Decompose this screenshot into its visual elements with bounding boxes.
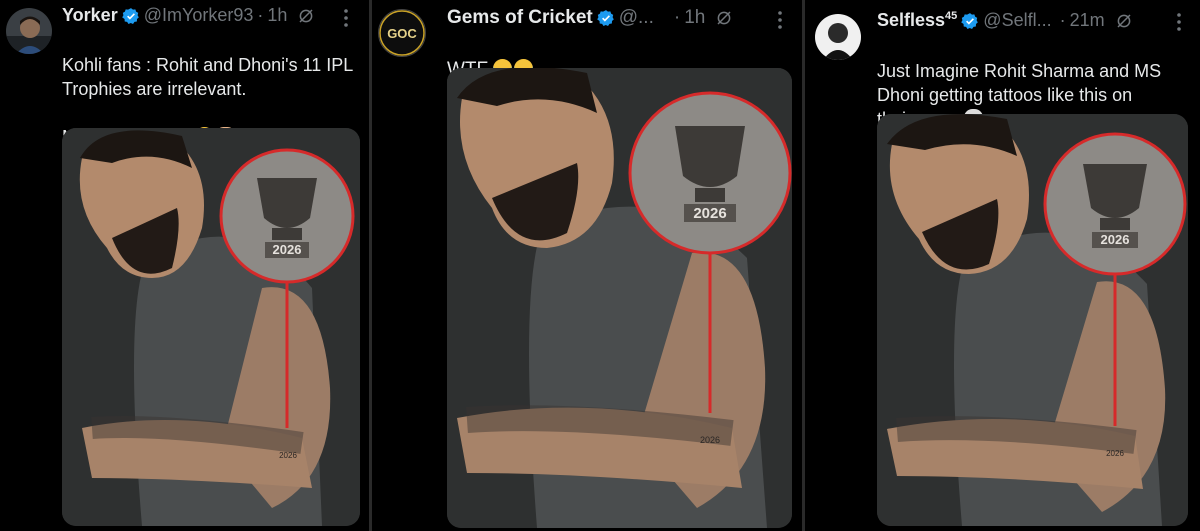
arm-tattoo-year: 2026: [279, 451, 297, 460]
tattoo-year-label: 2026: [1101, 232, 1130, 247]
more-icon[interactable]: [1176, 12, 1182, 32]
display-name-text: Selfless: [877, 10, 946, 30]
tweet-image[interactable]: 2026 2026: [447, 68, 792, 528]
muted-icon: [1115, 12, 1133, 30]
avatar-logo-text: GOC: [387, 26, 417, 41]
tattoo-year-label: 2026: [273, 242, 302, 257]
display-name[interactable]: Yorker: [62, 5, 118, 26]
arm-tattoo-year: 2026: [1106, 449, 1124, 458]
avatar[interactable]: [815, 14, 861, 60]
verified-badge-icon: [121, 7, 140, 25]
display-name[interactable]: Gems of Cricket: [447, 7, 593, 29]
handle[interactable]: @ImYorker93: [144, 5, 254, 26]
avatar[interactable]: GOC: [378, 9, 426, 57]
timestamp[interactable]: 21m: [1070, 10, 1105, 31]
verified-badge-icon: [596, 9, 615, 27]
tweet-image[interactable]: 2026 2026: [62, 128, 360, 526]
separator: ·: [673, 7, 681, 28]
tweet-card-2[interactable]: GOC Gems of Cricket @... · 1h WTF.: [372, 0, 802, 531]
handle[interactable]: @Selfl...: [983, 10, 1051, 31]
arm-tattoo-year: 2026: [700, 435, 720, 445]
separator: ·: [257, 5, 264, 25]
display-name-suffix: 45: [945, 10, 958, 22]
timestamp[interactable]: 1h: [267, 5, 287, 26]
avatar[interactable]: [6, 8, 52, 54]
display-name[interactable]: Selfless45: [877, 10, 957, 31]
verified-badge-icon: [961, 12, 979, 30]
muted-icon: [715, 9, 733, 27]
more-icon[interactable]: [343, 8, 349, 28]
tattoo-year-label: 2026: [693, 205, 726, 222]
more-icon[interactable]: [777, 10, 783, 30]
timestamp[interactable]: 1h: [684, 7, 705, 29]
tweet-image[interactable]: 2026 2026: [877, 114, 1188, 526]
muted-icon: [297, 7, 315, 25]
separator: ·: [1059, 10, 1066, 30]
tweet-card-3[interactable]: Selfless45 @Selfl... · 21m Just Imagine …: [805, 0, 1200, 531]
handle[interactable]: @...: [619, 7, 654, 29]
tweet-card-1[interactable]: Yorker @ImYorker93 · 1h Kohli fans : Roh…: [0, 0, 369, 531]
